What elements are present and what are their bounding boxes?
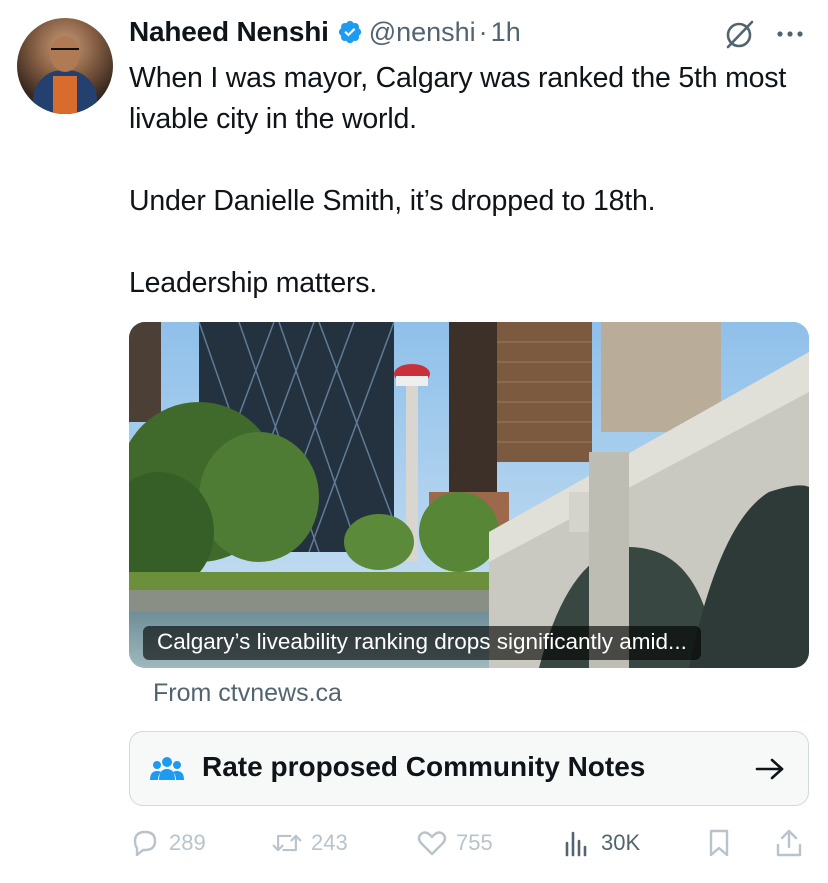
community-notes-button[interactable]: Rate proposed Community Notes	[129, 731, 809, 806]
views-icon	[565, 831, 587, 857]
author-name[interactable]: Naheed Nenshi	[129, 16, 329, 48]
avatar-glasses	[51, 48, 79, 56]
reply-count: 289	[169, 830, 206, 855]
heart-icon	[417, 831, 447, 856]
card-caption[interactable]: Calgary’s liveability ranking drops sign…	[143, 626, 701, 660]
reply-button[interactable]: 289	[129, 822, 206, 864]
author-handle[interactable]: @nenshi	[369, 17, 476, 48]
arrow-right-icon	[755, 758, 784, 780]
people-icon	[150, 757, 184, 780]
grok-icon[interactable]	[722, 18, 756, 52]
tweet-paragraph: When I was mayor, Calgary was ranked the…	[129, 62, 787, 135]
link-card-image[interactable]	[129, 322, 809, 668]
retweet-icon	[272, 834, 302, 852]
views-button[interactable]: 30K	[561, 822, 640, 864]
community-notes-label: Rate proposed Community Notes	[202, 751, 646, 782]
tweet-actions: 289 243 755 30K	[129, 822, 809, 864]
avatar-vest	[53, 76, 77, 114]
views-count: 30K	[601, 830, 641, 855]
reply-icon	[133, 830, 157, 857]
tweet-header: Naheed Nenshi @nenshi · 1h	[129, 14, 521, 50]
card-source[interactable]: From ctvnews.ca	[153, 679, 342, 708]
retweet-button[interactable]: 243	[271, 822, 348, 864]
more-icon[interactable]	[772, 20, 808, 48]
author-avatar[interactable]	[17, 18, 113, 114]
like-button[interactable]: 755	[416, 822, 493, 864]
tweet-time[interactable]: 1h	[491, 17, 521, 48]
like-count: 755	[456, 830, 493, 855]
bookmark-button[interactable]	[703, 822, 743, 864]
separator-dot: ·	[478, 16, 488, 47]
bookmark-icon	[709, 829, 729, 857]
tweet-text: When I was mayor, Calgary was ranked the…	[129, 58, 809, 304]
verified-badge-icon	[337, 19, 363, 45]
tweet-paragraph: Leadership matters.	[129, 267, 378, 299]
share-button[interactable]	[773, 822, 813, 864]
retweet-count: 243	[311, 830, 348, 855]
tweet-paragraph: Under Danielle Smith, it’s dropped to 18…	[129, 185, 656, 217]
share-icon	[776, 829, 802, 857]
